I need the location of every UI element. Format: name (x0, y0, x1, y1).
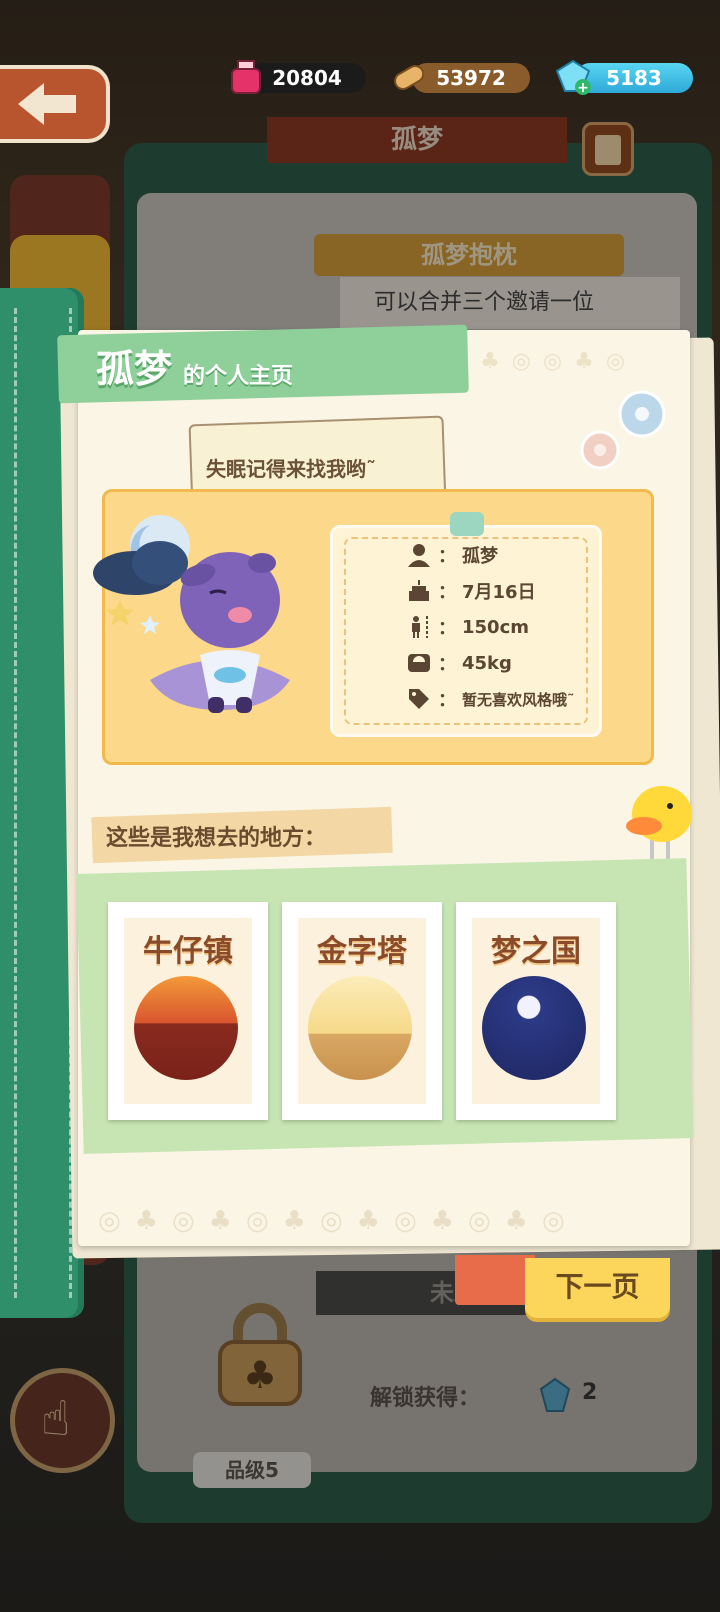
place-stamp-dreamland[interactable]: 梦之国 (456, 902, 616, 1120)
info-weight-value: 45kg (462, 652, 512, 674)
wood-value: 53972 (436, 66, 506, 90)
gem-currency-counter[interactable]: + 5183 (555, 59, 693, 96)
info-row-weight: ： 45kg (406, 648, 512, 678)
place-name: 梦之国 (491, 934, 581, 969)
info-style-value: 暂无喜欢风格哦˜ (462, 690, 575, 709)
place-name: 牛仔镇 (143, 934, 233, 969)
info-row-height: ： 150cm (406, 612, 529, 642)
back-button[interactable] (0, 65, 110, 143)
tag-icon (406, 686, 432, 712)
places-label: 这些是我想去的地方： (106, 826, 327, 851)
wood-log-icon (394, 65, 425, 90)
arrow-left-icon (18, 83, 76, 125)
svg-text:+: + (577, 80, 589, 96)
info-name-value: 孤梦 (462, 546, 498, 567)
info-birthday-value: 7月16日 (462, 582, 536, 603)
character-tapir-illustration (93, 515, 290, 713)
place-stamp-pyramid[interactable]: 金字塔 (282, 902, 442, 1120)
ink-bottle-icon (231, 60, 261, 94)
info-row-style: ： 暂无喜欢风格哦˜ (406, 684, 575, 714)
decorative-pattern-bottom: ◎♣◎♣◎♣◎♣◎♣◎♣◎ (98, 1206, 579, 1236)
next-page-tab-shadow (455, 1255, 535, 1305)
ink-value: 20804 (272, 66, 342, 90)
wood-currency-counter: 53972 (394, 63, 530, 93)
flowers-icon (580, 390, 666, 470)
speech-text: 失眠记得来找我哟˜ (206, 457, 376, 481)
gem-value: 5183 (606, 66, 662, 90)
info-row-name: ： 孤梦 (406, 540, 498, 570)
cowboy-town-sunset-icon (134, 976, 238, 1080)
person-icon (406, 542, 432, 568)
height-icon (406, 614, 432, 640)
place-stamp-cowboy-town[interactable]: 牛仔镇 (108, 902, 268, 1120)
cat-tag-icon (450, 512, 484, 536)
pyramid-desert-icon (308, 976, 412, 1080)
info-row-birthday: ： 7月16日 (406, 576, 536, 606)
dreamland-moon-icon (482, 976, 586, 1080)
decorative-pattern-top: ♣◎◎♣◎ (480, 349, 638, 374)
gem-plus-icon: + (555, 59, 591, 96)
place-name: 金字塔 (317, 934, 407, 969)
profile-name-title: 孤梦 (96, 347, 173, 391)
scale-icon (406, 650, 432, 676)
info-height-value: 150cm (462, 616, 529, 638)
birthday-cake-icon (406, 578, 432, 604)
next-page-button[interactable]: 下一页 (525, 1258, 670, 1318)
profile-title-suffix: 的个人主页 (183, 364, 294, 389)
ink-currency-counter: 20804 (231, 60, 366, 94)
